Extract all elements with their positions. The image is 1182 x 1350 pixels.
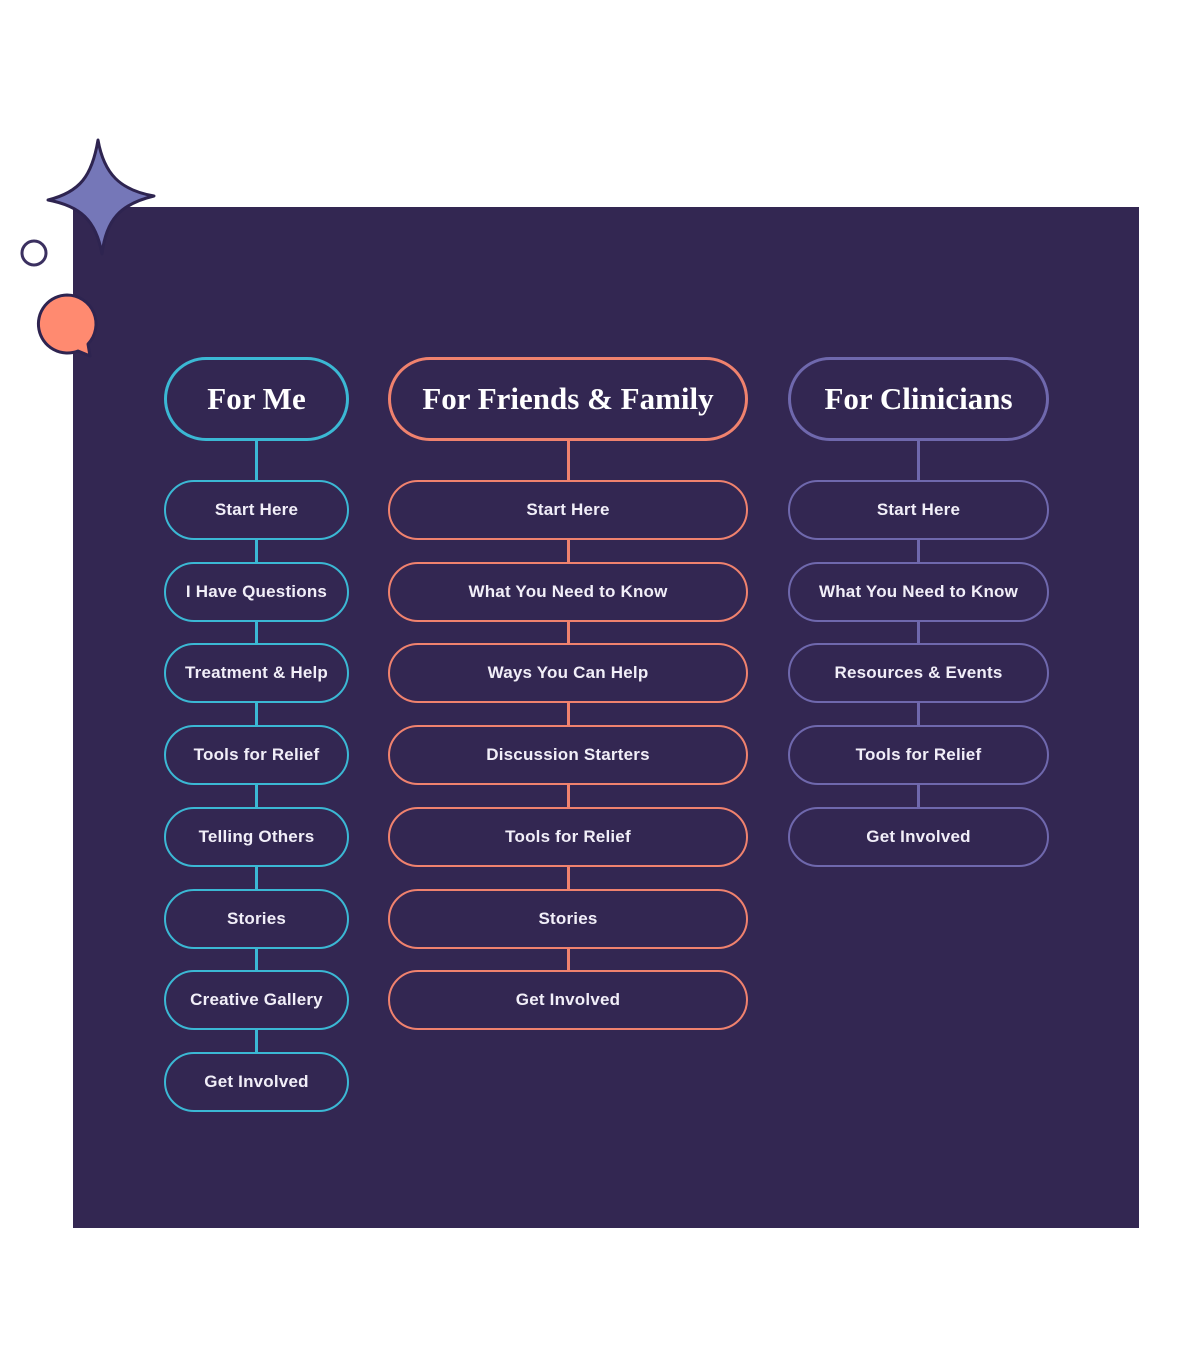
connector-line — [917, 540, 920, 563]
connector-line — [255, 948, 258, 972]
connector-line — [566, 441, 570, 481]
connector-line — [917, 621, 920, 645]
sitemap-item[interactable]: Discussion Starters — [388, 725, 748, 786]
connector-line — [255, 785, 258, 808]
connector-line — [255, 621, 258, 645]
column-heading-friends-family[interactable]: For Friends & Family — [388, 357, 748, 441]
connector-line — [255, 540, 258, 563]
connector-line — [917, 703, 920, 727]
sitemap-item[interactable]: I Have Questions — [164, 561, 349, 622]
connector-line — [917, 785, 920, 808]
sitemap-item[interactable]: Get Involved — [388, 970, 748, 1031]
sitemap-item[interactable]: Creative Gallery — [164, 970, 349, 1031]
sitemap-item[interactable]: What You Need to Know — [788, 561, 1049, 622]
connector-line — [566, 785, 570, 808]
sitemap-item[interactable]: Start Here — [788, 480, 1049, 540]
connector-line — [917, 441, 920, 481]
speech-bubble-icon — [36, 293, 98, 358]
sitemap-item[interactable]: What You Need to Know — [388, 561, 748, 622]
connector-line — [566, 703, 570, 727]
sitemap-item[interactable]: Start Here — [388, 480, 748, 540]
sitemap-item[interactable]: Start Here — [164, 480, 349, 540]
sparkle-star-icon — [46, 138, 156, 256]
connector-line — [255, 866, 258, 890]
sitemap-item[interactable]: Ways You Can Help — [388, 643, 748, 704]
connector-line — [255, 441, 258, 481]
connector-line — [566, 540, 570, 563]
sitemap-item[interactable]: Resources & Events — [788, 643, 1049, 704]
circle-outline-icon — [20, 239, 48, 267]
column-heading-clinicians[interactable]: For Clinicians — [788, 357, 1049, 441]
sitemap-item[interactable]: Stories — [388, 888, 748, 949]
sitemap-item[interactable]: Get Involved — [788, 806, 1049, 867]
sitemap-item[interactable]: Stories — [164, 888, 349, 949]
connector-line — [255, 1030, 258, 1053]
sitemap-item[interactable]: Tools for Relief — [388, 806, 748, 867]
sitemap-item[interactable]: Treatment & Help — [164, 643, 349, 704]
sitemap-item[interactable]: Get Involved — [164, 1051, 349, 1112]
sitemap-item[interactable]: Tools for Relief — [788, 725, 1049, 786]
connector-line — [566, 866, 570, 890]
sitemap-item[interactable]: Telling Others — [164, 806, 349, 867]
connector-line — [566, 948, 570, 972]
sitemap-item[interactable]: Tools for Relief — [164, 725, 349, 786]
connector-line — [566, 621, 570, 645]
connector-line — [255, 703, 258, 727]
column-heading-for-me[interactable]: For Me — [164, 357, 349, 441]
